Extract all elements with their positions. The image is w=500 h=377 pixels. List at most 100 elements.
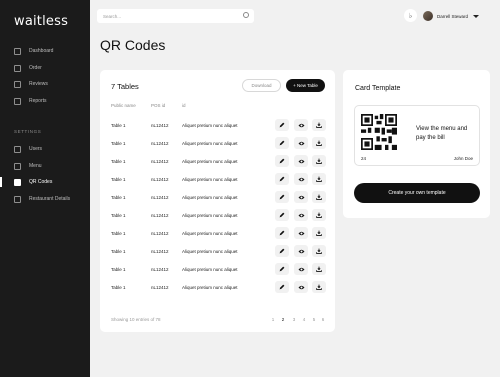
sidebar-item-label: Order (29, 65, 42, 71)
grid-icon (14, 47, 21, 55)
sidebar-item-restaurant-details[interactable]: Restaurant Details (0, 192, 90, 206)
cell-pos-id: nL12412 (151, 123, 169, 128)
sidebar-item-qr-codes[interactable]: QR Codes (0, 175, 90, 189)
cell-id: Aliquet pretium nunc aliquet (182, 285, 238, 290)
eye-icon (298, 195, 305, 200)
table-row: Table 1 nL12412 Aliquet pretium nunc aliqu… (100, 152, 335, 170)
download-button[interactable] (312, 245, 326, 257)
page-link-1[interactable]: 1 (270, 317, 276, 322)
card-template-preview[interactable]: View the menu and pay the bill 24 John D… (354, 105, 480, 166)
download-icon (316, 248, 322, 254)
pencil-button[interactable] (275, 191, 289, 203)
pencil-button[interactable] (275, 209, 289, 221)
card-template-panel: Card Template View the menu and pay the … (343, 70, 490, 218)
eye-button[interactable] (294, 245, 308, 257)
sidebar-item-label: Reviews (29, 81, 48, 87)
bell-icon[interactable]: ♭ (404, 9, 417, 22)
pencil-icon (279, 284, 285, 290)
cell-public-name: Table 1 (111, 213, 126, 218)
cell-id: Aliquet pretium nunc aliquet (182, 267, 238, 272)
eye-button[interactable] (294, 119, 308, 131)
eye-button[interactable] (294, 209, 308, 221)
cell-public-name: Table 1 (111, 195, 126, 200)
download-button[interactable] (312, 263, 326, 275)
eye-button[interactable] (294, 191, 308, 203)
page-link-5[interactable]: 5 (311, 317, 317, 322)
eye-button[interactable] (294, 263, 308, 275)
pencil-icon (279, 212, 285, 218)
users-icon (14, 145, 21, 153)
sidebar-item-order[interactable]: Order (0, 61, 90, 75)
tables-count-title: 7 Tables (111, 82, 139, 91)
cell-id: Aliquet pretium nunc aliquet (182, 177, 238, 182)
eye-icon (298, 231, 305, 236)
avatar (423, 11, 433, 21)
search-input[interactable] (103, 13, 233, 19)
pencil-button[interactable] (275, 263, 289, 275)
page-title: QR Codes (100, 37, 166, 53)
page-link-6[interactable]: 6 (320, 317, 326, 322)
download-button[interactable] (312, 119, 326, 131)
sidebar-item-dashboard[interactable]: Dashboard (0, 44, 90, 58)
user-menu[interactable]: Darrell Steward (423, 9, 489, 23)
card-template-title: Card Template (355, 85, 401, 92)
page-link-3[interactable]: 3 (291, 317, 297, 322)
eye-button[interactable] (294, 281, 308, 293)
pencil-button[interactable] (275, 281, 289, 293)
download-icon (316, 266, 322, 272)
cell-public-name: Table 1 (111, 285, 126, 290)
download-button[interactable] (312, 227, 326, 239)
cell-public-name: Table 1 (111, 249, 126, 254)
sidebar-item-label: Users (29, 146, 43, 152)
sidebar-item-reviews[interactable]: Reviews (0, 77, 90, 91)
pencil-button[interactable] (275, 173, 289, 185)
table-row: Table 1 nL12412 Aliquet pretium nunc aliqu… (100, 278, 335, 296)
pencil-button[interactable] (275, 227, 289, 239)
pencil-button[interactable] (275, 137, 289, 149)
sidebar-item-reports[interactable]: Reports (0, 94, 90, 108)
eye-icon (298, 123, 305, 128)
sidebar: waitless Dashboard Order Reviews Reports… (0, 0, 90, 377)
settings-section-label: SETTINGS (14, 129, 42, 134)
download-icon (316, 230, 322, 236)
cell-public-name: Table 1 (111, 177, 126, 182)
create-template-button[interactable]: Create your own template (354, 183, 480, 203)
download-icon (316, 140, 322, 146)
pencil-button[interactable] (275, 155, 289, 167)
download-button[interactable] (312, 137, 326, 149)
eye-button[interactable] (294, 137, 308, 149)
download-button[interactable] (312, 155, 326, 167)
table-row: Table 1 nL12412 Aliquet pretium nunc aliqu… (100, 206, 335, 224)
sidebar-item-users[interactable]: Users (0, 142, 90, 156)
download-button[interactable] (312, 281, 326, 293)
download-icon (316, 158, 322, 164)
search-icon[interactable] (243, 12, 249, 18)
eye-button[interactable] (294, 155, 308, 167)
qr-icon (14, 178, 21, 186)
cell-public-name: Table 1 (111, 123, 126, 128)
download-button[interactable]: Download (242, 79, 281, 92)
page-link-4[interactable]: 4 (301, 317, 307, 322)
report-icon (14, 97, 21, 105)
cell-pos-id: nL12412 (151, 213, 169, 218)
eye-button[interactable] (294, 173, 308, 185)
table-number: 24 (361, 156, 367, 161)
pencil-button[interactable] (275, 245, 289, 257)
cell-pos-id: nL12412 (151, 141, 169, 146)
pencil-button[interactable] (275, 119, 289, 131)
eye-button[interactable] (294, 227, 308, 239)
pencil-icon (279, 248, 285, 254)
page-link-2[interactable]: 2 (280, 317, 286, 322)
download-icon (316, 194, 322, 200)
table-row: Table 1 nL12412 Aliquet pretium nunc aliqu… (100, 260, 335, 278)
cell-id: Aliquet pretium nunc aliquet (182, 141, 238, 146)
table-row: Table 1 nL12412 Aliquet pretium nunc aliqu… (100, 188, 335, 206)
download-button[interactable] (312, 173, 326, 185)
download-button[interactable] (312, 209, 326, 221)
new-table-button[interactable]: + New Table (286, 79, 325, 92)
sidebar-item-menu[interactable]: Menu (0, 159, 90, 173)
app-logo[interactable]: waitless (14, 14, 68, 29)
cell-id: Aliquet pretium nunc aliquet (182, 195, 238, 200)
download-button[interactable] (312, 191, 326, 203)
sidebar-item-label: Reports (29, 98, 47, 104)
